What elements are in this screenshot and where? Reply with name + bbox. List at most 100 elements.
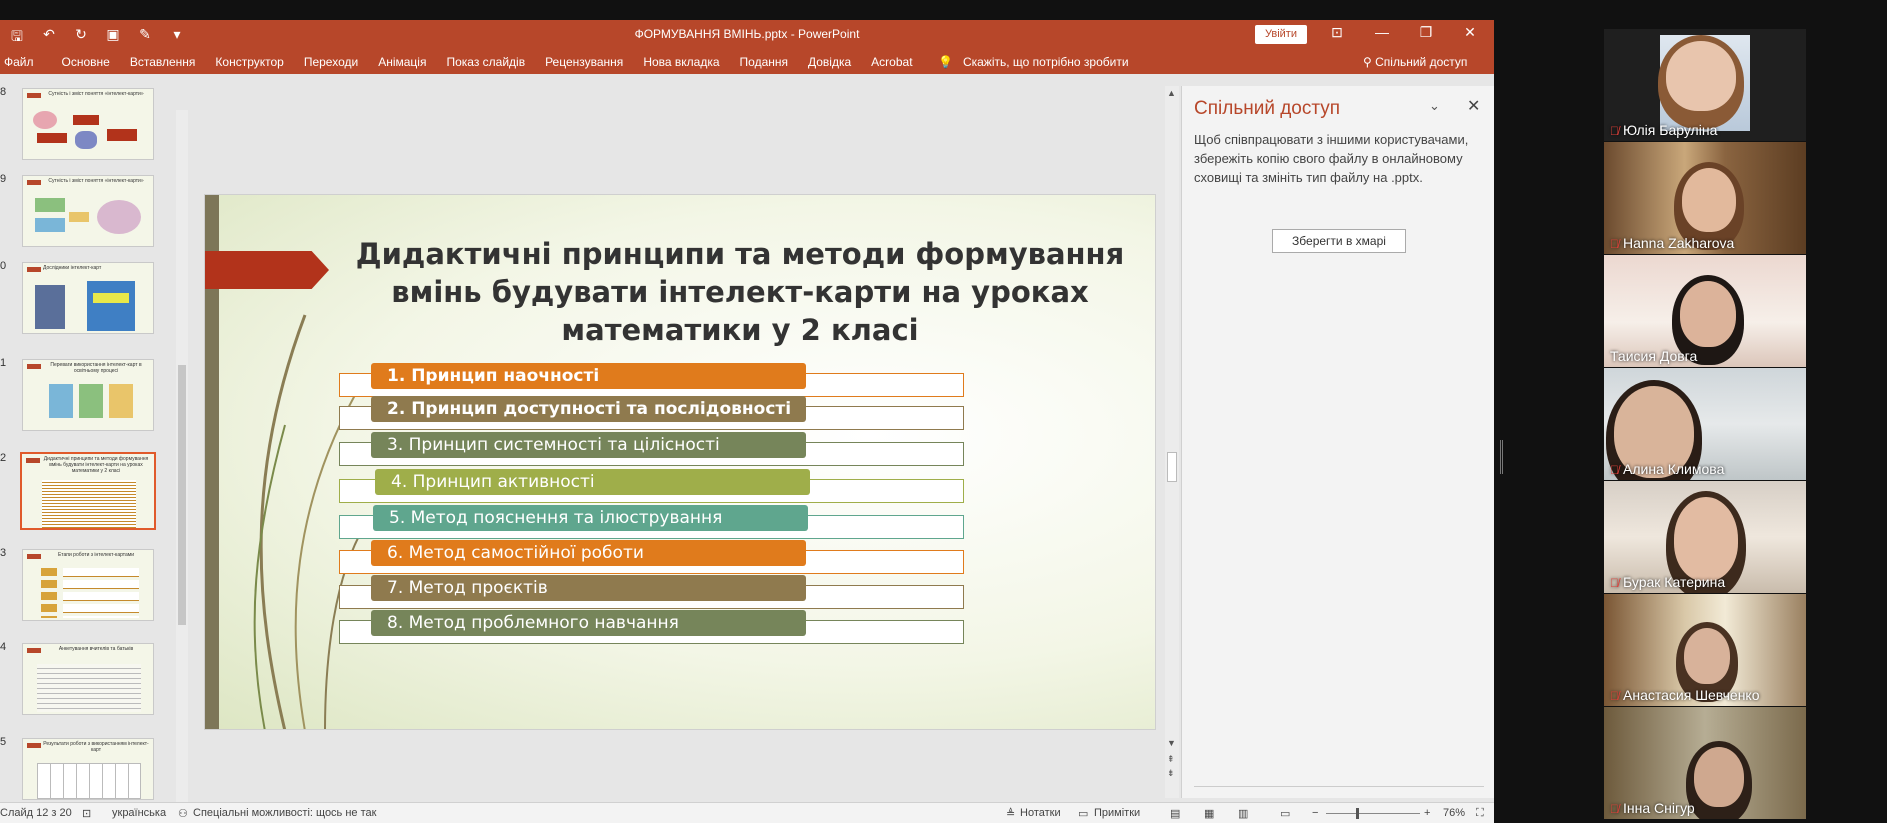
tab-review[interactable]: Рецензування [535, 55, 633, 69]
slide-thumbnail-active[interactable]: Дидактичні принципи та методи формування… [20, 452, 156, 530]
reading-view-icon[interactable]: ▥ [1238, 807, 1248, 820]
tab-transitions[interactable]: Переходи [294, 55, 368, 69]
desktop: 🖫 ↶ ↻ ▣ ✎ ▾ ФОРМУВАННЯ ВМІНЬ.pptx - Powe… [0, 0, 1887, 823]
person-face [1682, 168, 1736, 232]
slide-thumbnail[interactable]: Сутність і зміст поняття «інтелект-карти… [22, 175, 154, 247]
muted-mic-icon: 🎙̸ [1610, 802, 1619, 816]
share-pane-title: Спільний доступ [1194, 98, 1341, 119]
restore-icon[interactable]: ❐ [1416, 24, 1436, 41]
thumb-shape [33, 111, 57, 129]
window-splitter[interactable] [1494, 20, 1510, 823]
participant-name: 🎙̸ Hanna Zakharova [1610, 235, 1734, 251]
accessibility-status[interactable]: Спеціальні можливості: щось не так [193, 807, 376, 819]
thumb-number: 1 [0, 357, 7, 369]
participant-tile[interactable]: 🎙̸ Анастасия Шевченко [1604, 594, 1806, 706]
participant-tile[interactable]: 🎙̸ Бурак Катерина [1604, 481, 1806, 593]
tab-design[interactable]: Конструктор [205, 55, 293, 69]
comments-button[interactable]: Примітки [1094, 807, 1140, 819]
ribbon-display-icon[interactable]: ⊡ [1327, 24, 1347, 41]
tab-help[interactable]: Довідка [798, 55, 861, 69]
slide-thumbnail[interactable]: Сутність і зміст поняття «інтелект-карти… [22, 88, 154, 160]
thumb-shape [79, 384, 103, 418]
slideshow-icon[interactable]: ▭ [1280, 807, 1290, 820]
title-bar: 🖫 ↶ ↻ ▣ ✎ ▾ ФОРМУВАННЯ ВМІНЬ.pptx - Powe… [0, 20, 1494, 50]
close-icon[interactable]: ✕ [1460, 24, 1480, 41]
close-icon[interactable]: ✕ [1467, 96, 1480, 116]
slide-canvas[interactable]: Дидактичні принципи та методи формування… [204, 194, 1156, 730]
tab-acrobat[interactable]: Acrobat [861, 55, 922, 69]
tab-view[interactable]: Подання [730, 55, 798, 69]
person-face [1680, 281, 1736, 347]
participant-name-label: Юлія Баруліна [1623, 122, 1718, 138]
thumb-accent [27, 93, 41, 98]
save-to-cloud-button[interactable]: Зберегти в хмарі [1272, 229, 1406, 253]
slide-thumbnail[interactable]: Анкетування вчителів та батьків [22, 643, 154, 715]
prev-slide-icon[interactable]: ⇞ [1167, 754, 1175, 765]
participant-tile[interactable]: Таисия Довга [1604, 255, 1806, 367]
list-item-label: 1. Принцип наочності [371, 363, 806, 389]
slide-thumbnail[interactable]: Етапи роботи з інтелект-картами [22, 549, 154, 621]
list-item-label: 4. Принцип активності [375, 469, 810, 495]
sign-in-button[interactable]: Увійти [1255, 25, 1307, 44]
tab-insert[interactable]: Вставлення [120, 55, 206, 69]
zoom-slider[interactable] [1326, 813, 1420, 814]
minimize-icon[interactable]: — [1372, 24, 1392, 40]
scroll-down-icon[interactable]: ▼ [1167, 738, 1176, 748]
status-bar: Слайд 12 з 20 ⊡ українська ⚇ Спеціальні … [0, 802, 1494, 823]
tab-animations[interactable]: Анімація [368, 55, 436, 69]
thumb-shape [87, 281, 135, 331]
thumb-title: Дослідники інтелект-карт [43, 265, 102, 271]
normal-view-icon[interactable]: ▤ [1170, 807, 1180, 820]
thumb-shape [97, 200, 141, 234]
spellcheck-icon[interactable]: ⊡ [82, 807, 91, 820]
next-slide-icon[interactable]: ⇟ [1167, 768, 1175, 779]
tab-home[interactable]: Основне [44, 55, 120, 69]
participants-gallery: 🎙̸ Юлія Баруліна 🎙̸ Hanna Zakharova Таисия Д… [1604, 29, 1806, 821]
ribbon: Файл Основне Вставлення Конструктор Пере… [0, 50, 1494, 74]
tab-new[interactable]: Нова вкладка [633, 55, 729, 69]
slide-thumbnail[interactable]: Результати роботи з використанням інтеле… [22, 738, 154, 800]
thumb-number: 8 [0, 86, 7, 98]
share-button[interactable]: ⚲ Спільний доступ [1363, 55, 1467, 69]
list-item-label: 8. Метод проблемного навчання [371, 610, 806, 636]
thumb-shape [35, 218, 65, 232]
participant-tile[interactable]: 🎙̸ Юлія Баруліна [1604, 29, 1806, 141]
participant-name: 🎙̸ Інна Снігур [1610, 800, 1695, 816]
slide-scrollbar[interactable]: ▲ ▼ ⇞ ⇟ [1165, 86, 1179, 798]
thumb-accent [27, 180, 41, 185]
accessibility-icon[interactable]: ⚇ [178, 807, 188, 820]
participant-tile[interactable]: 🎙̸ Алина Климова [1604, 368, 1806, 480]
scrollbar-thumb[interactable] [1167, 452, 1177, 482]
share-pane: Спільний доступ ⌄ ✕ Щоб співпрацювати з … [1181, 86, 1494, 798]
tell-me-box[interactable]: 💡 Скажіть, що потрібно зробити [938, 55, 1129, 69]
zoom-level[interactable]: 76% [1443, 807, 1465, 819]
thumbnails-scrollbar[interactable] [176, 110, 188, 822]
tab-slideshow[interactable]: Показ слайдів [436, 55, 535, 69]
powerpoint-window: 🖫 ↶ ↻ ▣ ✎ ▾ ФОРМУВАННЯ ВМІНЬ.pptx - Powe… [0, 20, 1494, 823]
notes-button[interactable]: Нотатки [1020, 807, 1061, 819]
participant-name-label: Анастасия Шевченко [1623, 687, 1760, 703]
slide-sorter-icon[interactable]: ▦ [1204, 807, 1214, 820]
slide-thumbnail[interactable]: Дослідники інтелект-карт [22, 262, 154, 334]
zoom-out-icon[interactable]: − [1312, 807, 1318, 819]
person-face [1674, 497, 1738, 581]
zoom-in-icon[interactable]: + [1424, 807, 1430, 819]
thumb-shape [73, 115, 99, 125]
scroll-up-icon[interactable]: ▲ [1167, 88, 1176, 98]
splitter-handle[interactable] [1500, 440, 1503, 474]
fit-slide-icon[interactable]: ⛶ [1476, 807, 1484, 820]
language-indicator[interactable]: українська [112, 807, 166, 819]
participant-tile[interactable]: 🎙̸ Інна Снігур [1604, 707, 1806, 819]
notes-icon[interactable]: ≜ [1006, 807, 1015, 820]
slide-thumbnail[interactable]: Переваги використання інтелект-карт в ос… [22, 359, 154, 431]
comments-icon[interactable]: ▭ [1078, 807, 1088, 820]
thumb-shape [69, 212, 89, 222]
participant-tile[interactable]: 🎙̸ Hanna Zakharova [1604, 142, 1806, 254]
tab-file[interactable]: Файл [2, 55, 44, 69]
thumb-shape [109, 384, 133, 418]
zoom-slider-thumb[interactable] [1356, 808, 1359, 819]
chevron-down-icon[interactable]: ⌄ [1429, 98, 1440, 114]
scrollbar-thumb[interactable] [178, 365, 186, 625]
thumb-shape [107, 129, 137, 141]
participant-name: 🎙̸ Алина Климова [1610, 461, 1724, 477]
